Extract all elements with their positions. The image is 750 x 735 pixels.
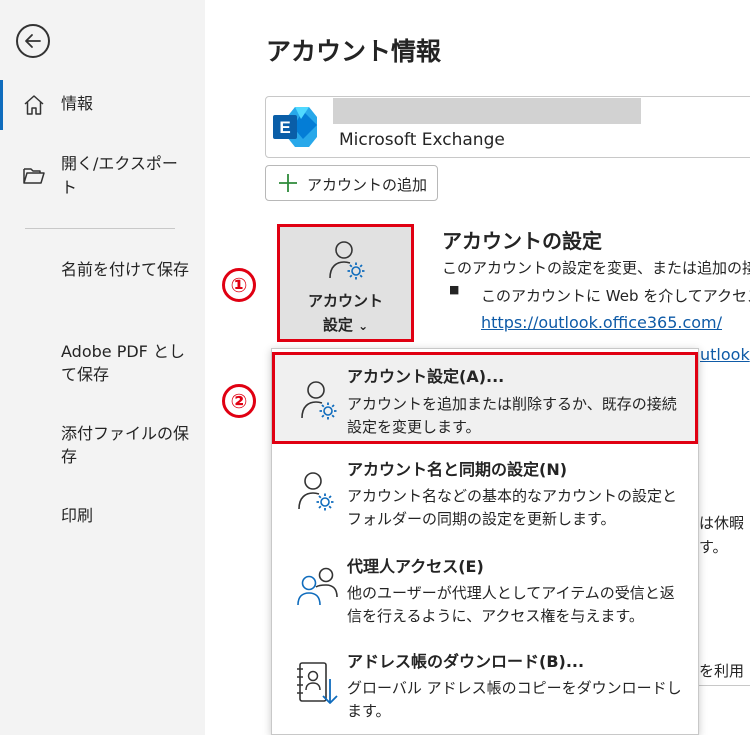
delegate-people-icon	[297, 567, 338, 606]
nav-item-save-attachments[interactable]: 添付ファイルの保存	[61, 422, 191, 468]
menu-item-description: アカウント名などの基本的なアカウントの設定とフォルダーの同期の設定を更新します。	[347, 487, 678, 528]
plus-icon	[279, 174, 297, 192]
sidebar-divider	[25, 228, 175, 229]
menu-item-download-address-book[interactable]: アドレス帳のダウンロード(B)... グローバル アドレス帳のコピーをダウンロー…	[272, 639, 698, 734]
nav-item-open-export[interactable]: 開く/エクスポート	[0, 150, 205, 202]
menu-item-title: アカウント設定(A)...	[347, 367, 505, 386]
nav-item-print[interactable]: 印刷	[61, 504, 191, 527]
menu-item-description: グローバル アドレス帳のコピーをダウンロードします。	[347, 679, 682, 720]
callout-step-1: ①	[222, 268, 256, 302]
folder-open-icon	[23, 168, 45, 184]
account-settings-menu: アカウント設定(A)... アカウントを追加または削除するか、既存の接続設定を変…	[271, 348, 699, 735]
active-indicator	[0, 80, 3, 130]
page-title: アカウント情報	[266, 37, 442, 66]
nav-item-save-as-pdf[interactable]: Adobe PDF として保存	[61, 340, 191, 386]
bullet-text: このアカウントに Web を介してアクセス	[481, 287, 750, 305]
exchange-logo: E	[273, 107, 317, 147]
obscured-text: を利用	[699, 662, 745, 680]
nav-item-save-as[interactable]: 名前を付けて保存	[61, 258, 191, 281]
obscured-divider	[699, 685, 750, 686]
backstage-sidebar: 情報 開く/エクスポート 名前を付けて保存 Adobe PDF として保存 添付…	[0, 0, 205, 735]
menu-item-title: 代理人アクセス(E)	[347, 557, 484, 576]
owa-link[interactable]: https://outlook.office365.com/	[481, 313, 722, 332]
redacted-email	[333, 98, 641, 124]
menu-item-account-name-sync[interactable]: アカウント名と同期の設定(N) アカウント名などの基本的なアカウントの設定とフォ…	[272, 447, 698, 537]
section-title: アカウントの設定	[442, 229, 602, 253]
menu-item-description: 他のユーザーが代理人としてアイテムの受信と返信を行えるように、アクセス権を与えま…	[347, 584, 675, 625]
obscured-text: す。	[699, 538, 728, 556]
nav-item-label: 開く/エクスポート	[61, 154, 178, 197]
obscured-text: は休暇	[699, 514, 745, 532]
account-selector[interactable]: E Microsoft Exchange	[265, 96, 750, 158]
owa-link-partial[interactable]: utlook	[700, 345, 750, 364]
back-button[interactable]	[16, 24, 50, 58]
address-book-download-icon	[297, 662, 338, 704]
tile-label: アカウント 設定 ⌄	[307, 292, 383, 334]
nav-item-info[interactable]: 情報	[0, 80, 205, 130]
home-icon	[24, 95, 44, 115]
bullet-icon: ■	[449, 283, 460, 296]
menu-item-title: アドレス帳のダウンロード(B)...	[347, 652, 585, 671]
nav-item-label: 情報	[61, 94, 94, 113]
menu-item-account-settings[interactable]: アカウント設定(A)... アカウントを追加または削除するか、既存の接続設定を変…	[272, 352, 698, 444]
svg-text:E: E	[279, 118, 290, 137]
person-gear-icon	[329, 241, 365, 280]
account-type-label: Microsoft Exchange	[339, 130, 505, 150]
menu-item-title: アカウント名と同期の設定(N)	[347, 460, 568, 479]
back-arrow-icon	[25, 34, 41, 48]
person-gear-icon	[298, 472, 334, 511]
account-settings-tile[interactable]: アカウント 設定 ⌄	[277, 224, 414, 342]
add-account-label: アカウントの追加	[307, 176, 428, 194]
section-description: このアカウントの設定を変更、または追加の接	[442, 259, 750, 277]
add-account-button[interactable]: アカウントの追加	[265, 165, 438, 201]
menu-item-delegate-access[interactable]: 代理人アクセス(E) 他のユーザーが代理人としてアイテムの受信と返信を行えるよう…	[272, 543, 698, 633]
menu-item-description: アカウントを追加または削除するか、既存の接続設定を変更します。	[347, 395, 677, 436]
callout-step-2: ②	[222, 384, 256, 418]
chevron-down-icon: ⌄	[358, 319, 369, 333]
person-gear-icon	[301, 381, 337, 420]
